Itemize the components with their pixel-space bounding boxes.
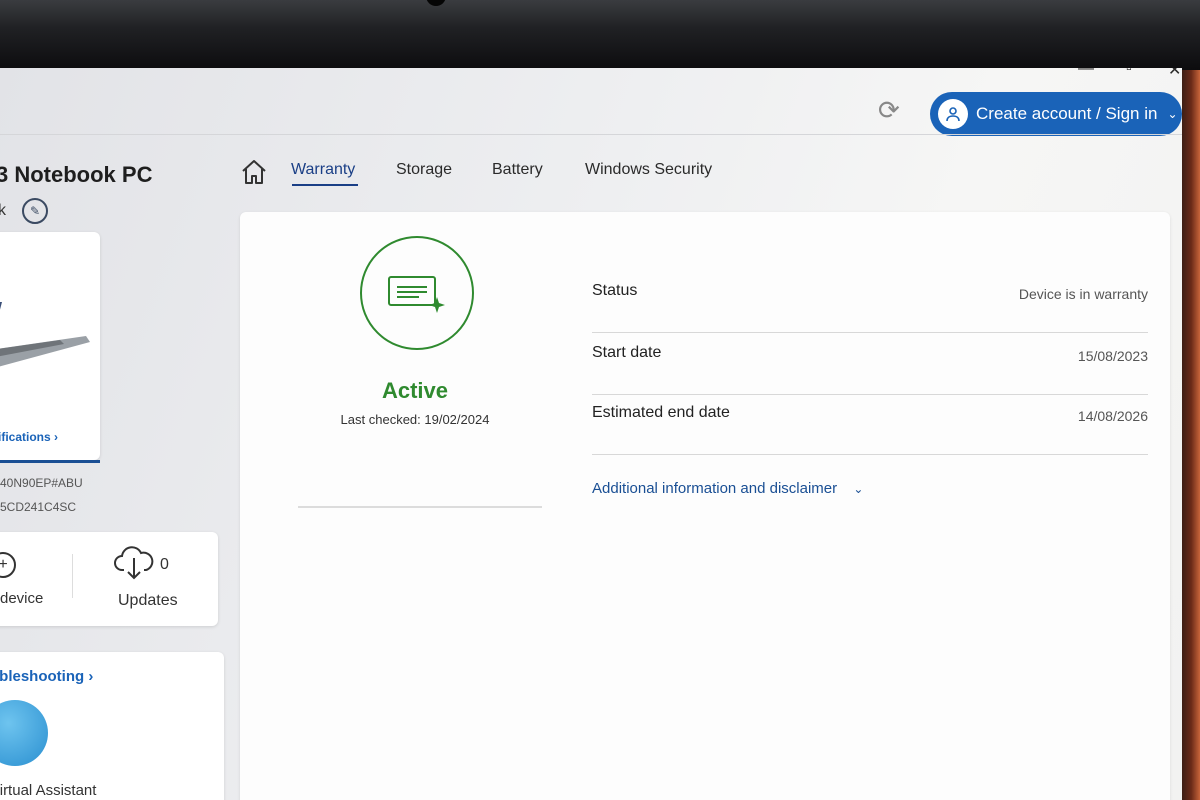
- virtual-assistant-label[interactable]: Virtual Assistant: [0, 782, 96, 799]
- webcam: [426, 0, 446, 6]
- maximize-icon[interactable]: ▫: [1126, 68, 1132, 78]
- device-card: ifications ›: [0, 232, 100, 463]
- app-window: — ▫ ✕ ⟳ Create account / Sign in ⌄ 3 Not…: [0, 68, 1182, 800]
- header-divider: [0, 134, 1182, 135]
- stats-divider: [72, 554, 73, 598]
- row-key: Start date: [592, 344, 662, 361]
- edit-icon[interactable]: ✎: [22, 198, 48, 224]
- row-value: 15/08/2023: [1077, 348, 1148, 364]
- updates-count: 0: [160, 556, 169, 573]
- signin-button[interactable]: Create account / Sign in ⌄: [930, 92, 1182, 136]
- warranty-panel: Active Last checked: 19/02/2024 Status D…: [240, 212, 1170, 800]
- left-divider: [298, 506, 542, 508]
- minimize-icon[interactable]: —: [1078, 68, 1094, 78]
- device-name: 3 Notebook PC: [0, 162, 153, 187]
- add-device-label[interactable]: device: [0, 590, 43, 607]
- home-icon[interactable]: [240, 158, 268, 186]
- troubleshooting-card: ubleshooting › Virtual Assistant: [0, 652, 224, 800]
- laptop-image: [0, 302, 90, 367]
- serial-number: 5CD241C4SC: [0, 500, 77, 514]
- last-checked: Last checked: 19/02/2024: [340, 412, 490, 427]
- virtual-assistant-icon[interactable]: [0, 700, 48, 766]
- tab-warranty[interactable]: Warranty: [291, 161, 355, 179]
- troubleshooting-link[interactable]: ubleshooting ›: [0, 668, 93, 685]
- add-device-icon[interactable]: +: [0, 552, 16, 578]
- stats-card: + device 0 Updates: [0, 532, 218, 626]
- disclaimer-link[interactable]: Additional information and disclaimer ⌄: [592, 480, 863, 497]
- warranty-certificate-icon: [388, 276, 445, 313]
- updates-label[interactable]: Updates: [118, 592, 178, 610]
- warranty-row-start-date: Start date 15/08/2023: [592, 334, 1148, 395]
- row-key: Status: [592, 282, 638, 299]
- warranty-badge: [360, 236, 474, 350]
- monitor-bezel-top: [0, 0, 1200, 70]
- tab-windows-security[interactable]: Windows Security: [585, 161, 712, 179]
- close-icon[interactable]: ✕: [1168, 68, 1181, 80]
- row-key: Estimated end date: [592, 404, 730, 421]
- tab-storage[interactable]: Storage: [396, 161, 452, 179]
- row-value: Device is in warranty: [1018, 286, 1148, 302]
- specifications-link[interactable]: ifications ›: [0, 430, 58, 444]
- device-nickname: k: [0, 202, 6, 219]
- active-tab-indicator: [292, 184, 358, 186]
- cloud-download-icon[interactable]: [114, 544, 154, 582]
- warranty-row-end-date: Estimated end date 14/08/2026: [592, 394, 1148, 455]
- chevron-down-icon: ⌄: [1167, 107, 1178, 121]
- warranty-state: Active: [381, 378, 449, 403]
- device-card-accent: [0, 460, 100, 463]
- chevron-down-icon: ⌄: [853, 482, 864, 496]
- warranty-row-status: Status Device is in warranty: [592, 272, 1148, 333]
- product-number: 40N90EP#ABU: [0, 476, 83, 490]
- tab-battery[interactable]: Battery: [492, 161, 543, 179]
- signin-label: Create account / Sign in: [976, 104, 1158, 123]
- disclaimer-label: Additional information and disclaimer: [592, 480, 838, 497]
- row-value: 14/08/2026: [1077, 408, 1148, 424]
- account-icon: [938, 99, 968, 129]
- refresh-icon[interactable]: ⟳: [878, 96, 906, 124]
